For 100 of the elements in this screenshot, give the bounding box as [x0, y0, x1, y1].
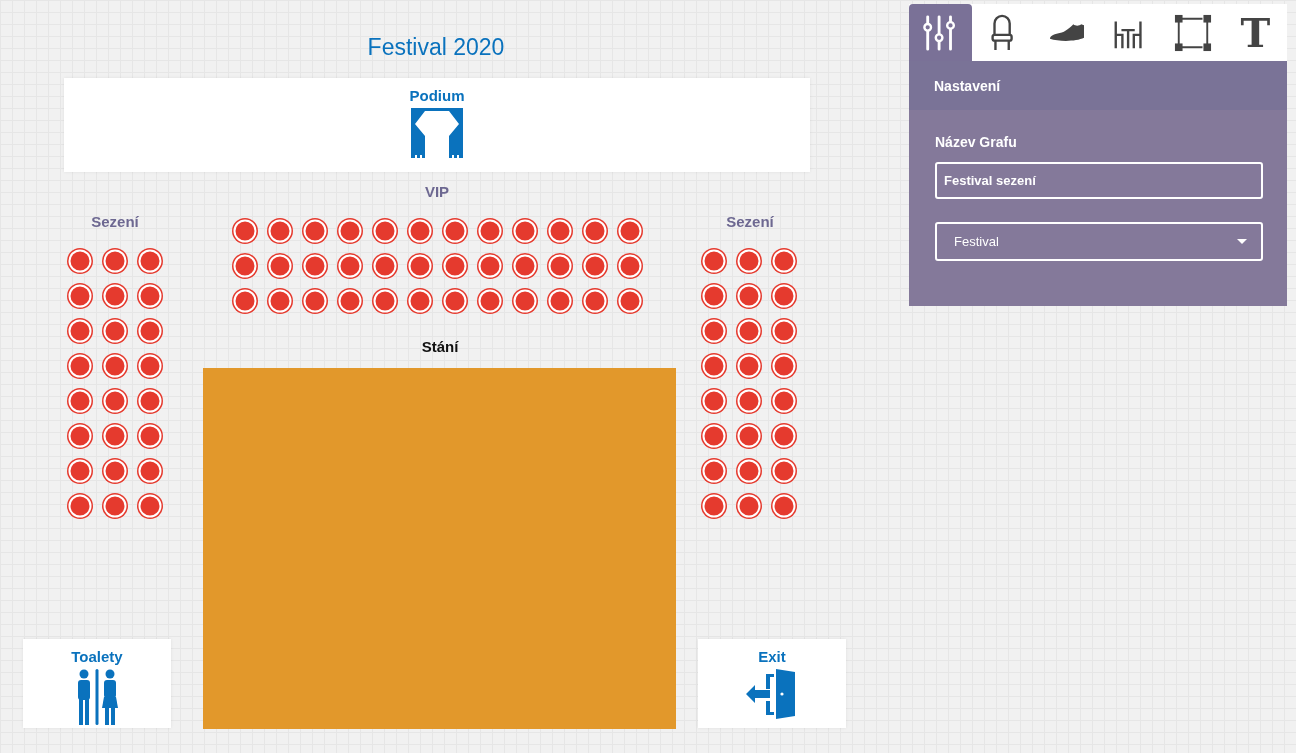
- seat[interactable]: [772, 424, 796, 448]
- exit-door-icon: [746, 669, 798, 719]
- seat[interactable]: [103, 319, 127, 343]
- toilets-card[interactable]: Toalety: [23, 639, 171, 728]
- seat[interactable]: [338, 219, 362, 243]
- seat[interactable]: [737, 494, 761, 518]
- seat[interactable]: [737, 284, 761, 308]
- seat[interactable]: [233, 254, 257, 278]
- seat[interactable]: [478, 219, 502, 243]
- seat[interactable]: [583, 289, 607, 313]
- seat[interactable]: [443, 289, 467, 313]
- seat[interactable]: [338, 289, 362, 313]
- seat[interactable]: [103, 389, 127, 413]
- seat[interactable]: [303, 219, 327, 243]
- selection-frame-icon: [1173, 13, 1212, 52]
- seat[interactable]: [268, 219, 292, 243]
- chart-name-field[interactable]: Festival sezení: [935, 162, 1263, 199]
- seat[interactable]: [702, 284, 726, 308]
- seat[interactable]: [772, 354, 796, 378]
- seat[interactable]: [138, 319, 162, 343]
- seat[interactable]: [138, 494, 162, 518]
- seat[interactable]: [772, 319, 796, 343]
- seat[interactable]: [103, 284, 127, 308]
- seat[interactable]: [373, 219, 397, 243]
- seat[interactable]: [373, 254, 397, 278]
- seat[interactable]: [618, 289, 642, 313]
- seat[interactable]: [702, 249, 726, 273]
- section-label: Sezení: [91, 213, 139, 230]
- seat[interactable]: [138, 249, 162, 273]
- seat[interactable]: [618, 254, 642, 278]
- seat[interactable]: [103, 424, 127, 448]
- seat[interactable]: [737, 459, 761, 483]
- seat[interactable]: [548, 289, 572, 313]
- seat[interactable]: [103, 354, 127, 378]
- seat[interactable]: [338, 254, 362, 278]
- seat[interactable]: [737, 319, 761, 343]
- stage-card[interactable]: Podium: [64, 78, 810, 172]
- seat[interactable]: [737, 389, 761, 413]
- seat[interactable]: [68, 319, 92, 343]
- seat[interactable]: [702, 389, 726, 413]
- seat[interactable]: [548, 219, 572, 243]
- type-dropdown[interactable]: Festival: [935, 222, 1263, 261]
- seat[interactable]: [408, 289, 432, 313]
- seat[interactable]: [443, 219, 467, 243]
- seat[interactable]: [702, 494, 726, 518]
- seat[interactable]: [138, 459, 162, 483]
- seat[interactable]: [138, 424, 162, 448]
- seat[interactable]: [68, 389, 92, 413]
- seat[interactable]: [68, 459, 92, 483]
- restroom-icon: [75, 669, 119, 725]
- seat[interactable]: [138, 284, 162, 308]
- seat[interactable]: [583, 254, 607, 278]
- seat[interactable]: [772, 249, 796, 273]
- seat[interactable]: [772, 389, 796, 413]
- seat[interactable]: [68, 494, 92, 518]
- card-label: Toalety: [71, 648, 123, 665]
- seat[interactable]: [737, 354, 761, 378]
- seat[interactable]: [303, 289, 327, 313]
- seat[interactable]: [772, 284, 796, 308]
- seat[interactable]: [268, 254, 292, 278]
- seat[interactable]: [772, 494, 796, 518]
- seat[interactable]: [772, 459, 796, 483]
- seat[interactable]: [478, 254, 502, 278]
- seat[interactable]: [373, 289, 397, 313]
- seat[interactable]: [103, 249, 127, 273]
- seat[interactable]: [583, 219, 607, 243]
- seat[interactable]: [138, 389, 162, 413]
- caret-icon: [1237, 239, 1247, 244]
- seat[interactable]: [513, 289, 537, 313]
- seat[interactable]: [702, 354, 726, 378]
- seat[interactable]: [68, 284, 92, 308]
- seat[interactable]: [443, 254, 467, 278]
- seat[interactable]: [408, 254, 432, 278]
- seat[interactable]: [103, 494, 127, 518]
- seat[interactable]: [138, 354, 162, 378]
- seat[interactable]: [513, 254, 537, 278]
- seat[interactable]: [68, 424, 92, 448]
- card-label: Exit: [758, 648, 786, 665]
- section-label: VIP: [424, 183, 450, 200]
- seat[interactable]: [68, 354, 92, 378]
- seat[interactable]: [478, 289, 502, 313]
- seat[interactable]: [68, 249, 92, 273]
- seat[interactable]: [513, 219, 537, 243]
- seat[interactable]: [737, 249, 761, 273]
- seat[interactable]: [548, 254, 572, 278]
- seat[interactable]: [702, 424, 726, 448]
- seat[interactable]: [737, 424, 761, 448]
- seat[interactable]: [702, 319, 726, 343]
- tool-tab[interactable]: [909, 4, 972, 61]
- seat[interactable]: [408, 219, 432, 243]
- seat[interactable]: [618, 219, 642, 243]
- panel-header: Nastavení: [934, 77, 1001, 94]
- plan-title: Festival 2020: [367, 34, 505, 60]
- seat[interactable]: [233, 289, 257, 313]
- seat[interactable]: [303, 254, 327, 278]
- seat[interactable]: [268, 289, 292, 313]
- exit-card[interactable]: Exit: [698, 639, 846, 728]
- seat[interactable]: [233, 219, 257, 243]
- seat[interactable]: [702, 459, 726, 483]
- seat[interactable]: [103, 459, 127, 483]
